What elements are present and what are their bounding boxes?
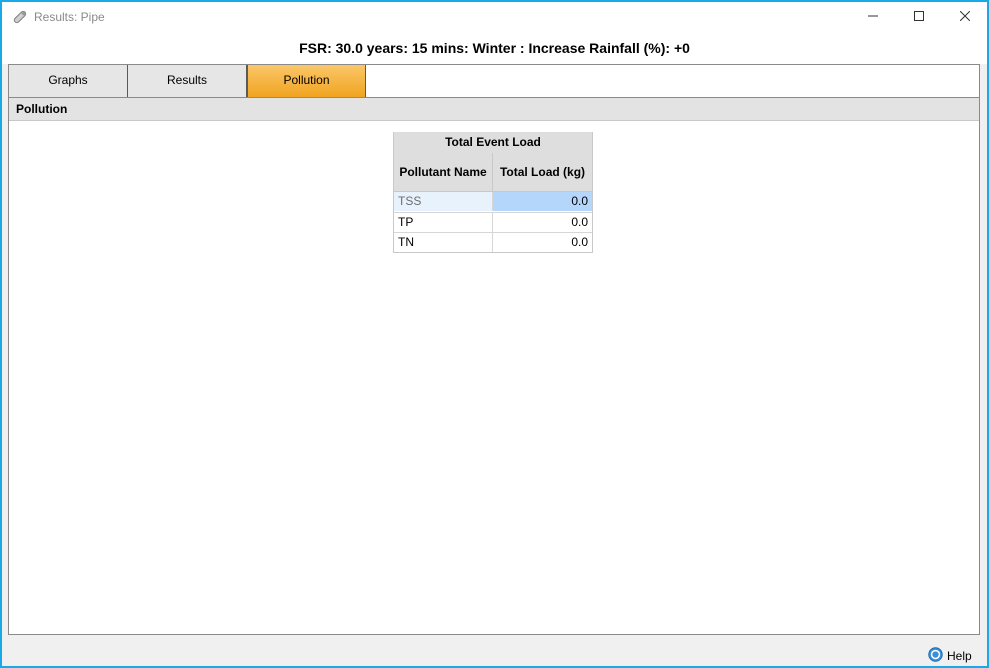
- total-load-cell[interactable]: 0.0: [493, 233, 592, 252]
- close-button[interactable]: [942, 2, 988, 32]
- pollutant-name-cell[interactable]: TSS: [394, 192, 493, 211]
- title-bar[interactable]: Results: Pipe: [2, 2, 987, 32]
- minimize-icon: [868, 10, 878, 24]
- maximize-icon: [914, 10, 924, 24]
- help-label: Help: [947, 649, 972, 663]
- column-header-pollutant-name[interactable]: Pollutant Name: [394, 153, 493, 191]
- minimize-button[interactable]: [850, 2, 896, 32]
- column-header-total-load[interactable]: Total Load (kg): [493, 153, 592, 191]
- tab-pollution[interactable]: Pollution: [247, 65, 366, 97]
- section-title: Pollution: [9, 98, 979, 121]
- help-icon: [928, 647, 943, 665]
- tab-graphs[interactable]: Graphs: [9, 65, 128, 97]
- pipe-icon: [12, 9, 28, 25]
- pollutant-name-cell[interactable]: TP: [394, 213, 493, 232]
- total-load-cell[interactable]: 0.0: [493, 192, 592, 211]
- table-group-header: Total Event Load: [394, 132, 592, 153]
- tab-strip: Graphs Results Pollution: [8, 64, 980, 97]
- tab-results[interactable]: Results: [128, 65, 247, 97]
- window-title: Results: Pipe: [34, 10, 105, 24]
- results-window: Results: Pipe FSR: 30.0 years: 15 mins: …: [0, 0, 989, 668]
- table-row[interactable]: TN 0.0: [394, 232, 592, 252]
- table-row[interactable]: TP 0.0: [394, 212, 592, 232]
- pollution-panel: Pollution Total Event Load Pollutant Nam…: [8, 97, 980, 635]
- table-body: TSS 0.0 TP 0.0 TN 0.0: [394, 192, 592, 252]
- close-icon: [959, 10, 971, 24]
- table-column-headers: Pollutant Name Total Load (kg): [394, 153, 592, 192]
- help-button[interactable]: Help: [928, 646, 972, 666]
- total-load-cell[interactable]: 0.0: [493, 213, 592, 232]
- pollution-table: Total Event Load Pollutant Name Total Lo…: [393, 132, 593, 253]
- pollutant-name-cell[interactable]: TN: [394, 233, 493, 252]
- table-row[interactable]: TSS 0.0: [394, 192, 592, 212]
- maximize-button[interactable]: [896, 2, 942, 32]
- storm-summary-heading: FSR: 30.0 years: 15 mins: Winter : Incre…: [2, 32, 987, 64]
